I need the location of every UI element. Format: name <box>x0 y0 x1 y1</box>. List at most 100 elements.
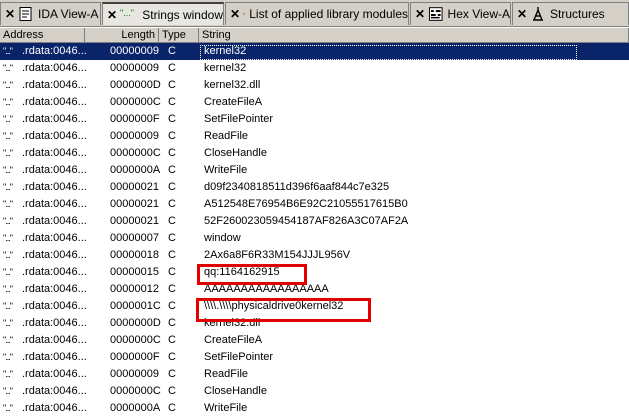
tab-label: Structures <box>550 7 605 21</box>
cell-string: SetFilePointer <box>204 113 274 125</box>
string-icon: "..." <box>3 301 13 311</box>
cell-string: WriteFile <box>204 164 248 176</box>
table-row[interactable]: "..." .rdata:0046... 0000000C C CreateFileA <box>0 332 629 349</box>
cell-address: .rdata:0046... <box>22 351 87 363</box>
cell-address: .rdata:0046... <box>22 164 87 176</box>
column-header-address[interactable]: Address <box>0 28 85 42</box>
string-icon: "..." <box>3 369 13 379</box>
cell-type: C <box>168 62 176 74</box>
cell-length: 00000009 <box>110 368 159 380</box>
table-row[interactable]: "..." .rdata:0046... 00000012 C AAAAAAAAAAAA… <box>0 281 629 298</box>
string-icon: "..." <box>3 284 13 294</box>
focus-rect <box>200 45 577 60</box>
tab-hex-view-a[interactable]: ✕ Hex View-A <box>410 2 511 25</box>
cell-string: CreateFileA <box>204 334 263 346</box>
cell-address: .rdata:0046... <box>22 79 87 91</box>
cell-address: .rdata:0046... <box>22 147 87 159</box>
cell-length: 0000000D <box>110 317 161 329</box>
table-row[interactable]: "..." .rdata:0046... 0000000C C CloseHandle <box>0 383 629 400</box>
strings-table: "..." .rdata:0046... 00000009 Ckernel32 "...… <box>0 43 629 417</box>
string-icon: "..." <box>3 335 13 345</box>
string-icon: "..." <box>3 199 13 209</box>
cell-address: .rdata:0046... <box>22 334 87 346</box>
cell-type: C <box>168 147 176 159</box>
string-icon: "..." <box>3 46 13 56</box>
cell-address: .rdata:0046... <box>22 266 87 278</box>
cell-type: C <box>168 402 176 414</box>
cell-string: ReadFile <box>204 368 249 380</box>
string-icon: "..." <box>3 165 13 175</box>
cell-address: .rdata:0046... <box>22 130 87 142</box>
cell-string: CloseHandle <box>204 385 267 397</box>
cell-length: 00000009 <box>110 62 159 74</box>
tab-close-icon[interactable]: ✕ <box>5 7 15 21</box>
cell-type: C <box>168 300 176 312</box>
table-row[interactable]: "..." .rdata:0046... 00000009 Ckernel32 <box>0 60 629 77</box>
table-row[interactable]: "..." .rdata:0046... 0000000A C WriteFile <box>0 162 629 179</box>
table-row[interactable]: "..." .rdata:0046... 0000000D Ckernel32.dll <box>0 77 629 94</box>
tab-close-icon[interactable]: ✕ <box>415 7 425 21</box>
tab-applied-library-modules[interactable]: ✕ List of applied library modules <box>225 2 409 25</box>
cell-string: ReadFile <box>204 130 249 142</box>
string-icon: "..." <box>3 267 13 277</box>
table-row[interactable]: "..." .rdata:0046... 0000000A C WriteFile <box>0 400 629 417</box>
cell-string: d09f2340818511d396f6aaf844c7e325 <box>204 181 390 193</box>
tab-ida-view-a[interactable]: ✕ IDA View-A <box>0 2 101 25</box>
table-row[interactable]: "..." .rdata:0046... 0000000F C SetFilePoint… <box>0 349 629 366</box>
cell-address: .rdata:0046... <box>22 232 87 244</box>
highlight-box-qq <box>197 264 307 285</box>
table-row[interactable]: "..." .rdata:0046... 00000021 C A512548E7695… <box>0 196 629 213</box>
table-row[interactable]: "..." .rdata:0046... 00000018 C 2Ax6a8F6R33M… <box>0 247 629 264</box>
structure-icon <box>533 7 543 21</box>
cell-type: C <box>168 181 176 193</box>
cell-type: C <box>168 249 176 261</box>
cell-address: .rdata:0046... <box>22 181 87 193</box>
table-row[interactable]: "..." .rdata:0046... 00000009 C ReadFile <box>0 128 629 145</box>
string-icon: "..." <box>3 182 13 192</box>
column-header-type[interactable]: Type <box>159 28 199 42</box>
tab-structures[interactable]: ✕ Structures <box>512 2 629 25</box>
cell-type: C <box>168 266 176 278</box>
cell-string: CreateFileA <box>204 96 263 108</box>
table-row[interactable]: "..." .rdata:0046... 0000000C C CreateFileA <box>0 94 629 111</box>
table-row[interactable]: "..." .rdata:0046... 00000021 Cd09f23408185… <box>0 179 629 196</box>
column-header-string[interactable]: String <box>199 28 629 42</box>
tab-strings-window[interactable]: ✕ "..." Strings window <box>102 2 224 25</box>
tab-close-icon[interactable]: ✕ <box>107 8 117 22</box>
cell-length: 00000015 <box>110 266 159 278</box>
cell-address: .rdata:0046... <box>22 249 87 261</box>
cell-type: C <box>168 334 176 346</box>
tab-bar: ✕ IDA View-A ✕ "..." Strings window ✕ Li… <box>0 0 629 27</box>
cell-address: .rdata:0046... <box>22 45 87 57</box>
cell-address: .rdata:0046... <box>22 215 87 227</box>
table-row[interactable]: "..." .rdata:0046... 00000007 Cwindow <box>0 230 629 247</box>
string-icon: "..." <box>3 352 13 362</box>
cell-length: 0000000A <box>110 164 161 176</box>
cell-type: C <box>168 96 176 108</box>
cell-length: 0000000C <box>110 147 161 159</box>
table-row[interactable]: "..." .rdata:0046... 00000015 Cqq:116416291… <box>0 264 629 281</box>
table-row[interactable]: "..." .rdata:0046... 00000021 C 52F260023059… <box>0 213 629 230</box>
string-icon: "..." <box>3 148 13 158</box>
cell-type: C <box>168 368 176 380</box>
cell-type: C <box>168 385 176 397</box>
cell-length: 00000009 <box>110 45 159 57</box>
string-icon: "..." <box>3 63 13 73</box>
hex-icon <box>428 7 443 21</box>
cell-string: window <box>204 232 241 244</box>
tab-close-icon[interactable]: ✕ <box>517 7 527 21</box>
table-row[interactable]: "..." .rdata:0046... 00000009 C ReadFile <box>0 366 629 383</box>
cell-type: C <box>168 215 176 227</box>
table-row[interactable]: "..." .rdata:0046... 0000000C C CloseHandle <box>0 145 629 162</box>
table-row[interactable]: "..." .rdata:0046... 0000000F C SetFilePoint… <box>0 111 629 128</box>
column-header-length[interactable]: Length <box>85 28 159 42</box>
string-icon: "..." <box>3 250 13 260</box>
string-icon: "..." <box>3 403 13 413</box>
flower-icon <box>243 13 245 15</box>
tab-label: IDA View-A <box>38 7 99 21</box>
cell-address: .rdata:0046... <box>22 198 87 210</box>
tab-close-icon[interactable]: ✕ <box>230 7 240 21</box>
strings-icon: "..." <box>120 7 134 18</box>
tab-label: Strings window <box>142 7 223 22</box>
cell-type: C <box>168 164 176 176</box>
